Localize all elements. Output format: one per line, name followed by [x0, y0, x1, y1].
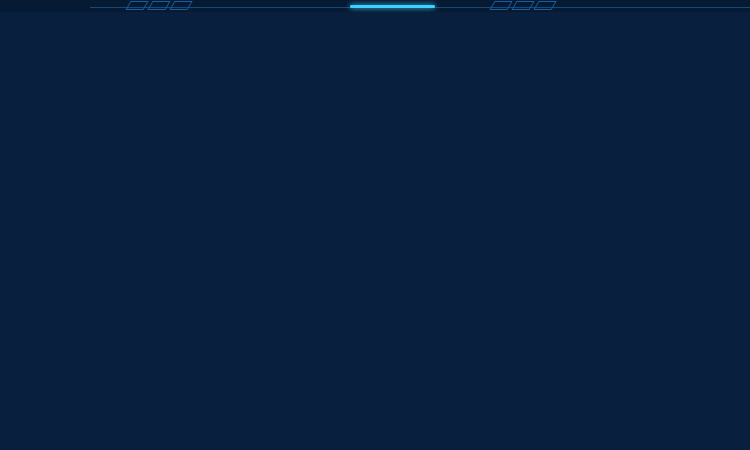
deco-shape	[169, 1, 192, 10]
monitoring-dashboard: 监 测 一期产线 二期产线 状态监测时间产线名称生产设施集气设施集气效率(m³/…	[0, 0, 750, 12]
deco-shape	[511, 1, 534, 10]
deco-shape	[533, 1, 556, 10]
top-decoration	[0, 0, 750, 12]
deco-shape	[147, 1, 170, 10]
top-glow-line	[350, 5, 435, 8]
deco-shape	[489, 1, 512, 10]
deco-shape	[125, 1, 148, 10]
